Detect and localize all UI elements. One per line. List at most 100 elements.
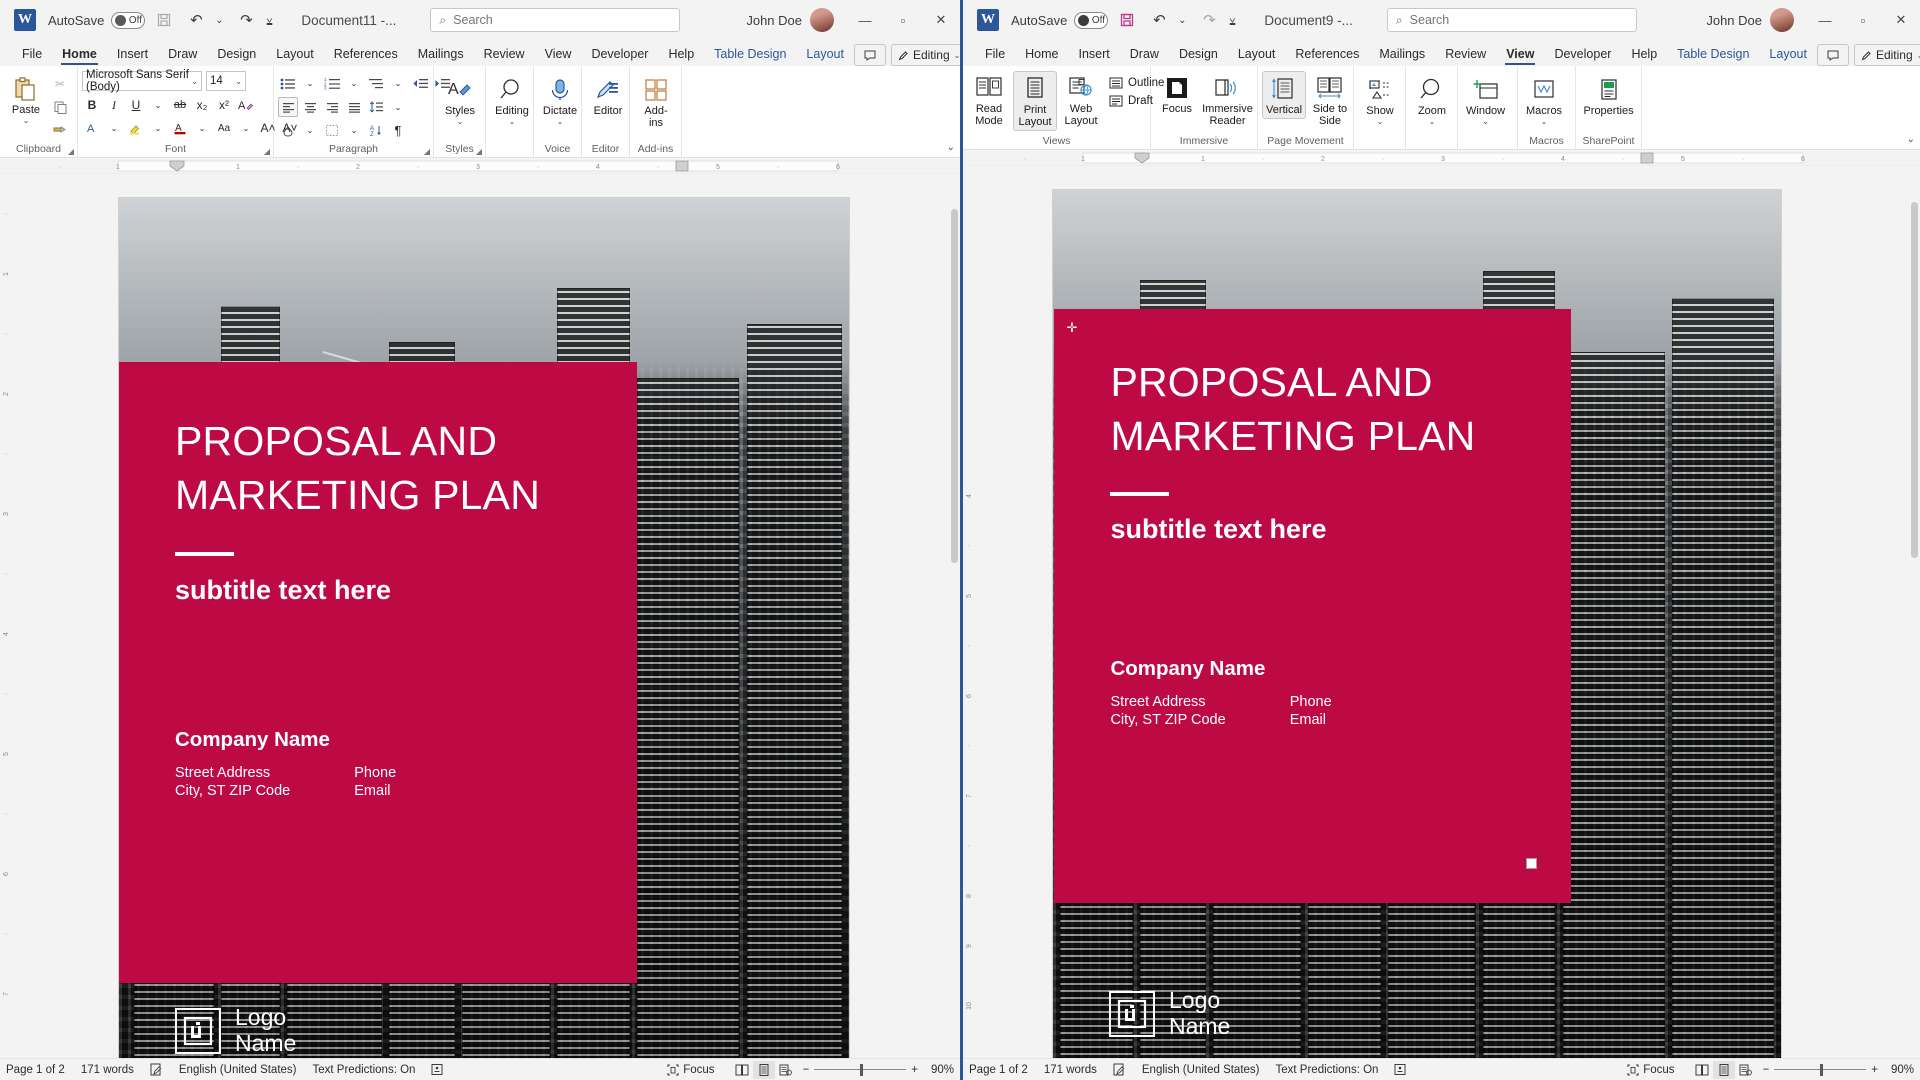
- font-dialog-launcher[interactable]: ◢: [264, 147, 270, 156]
- cover-title-block[interactable]: PROPOSAL AND MARKETING PLAN subtitle tex…: [119, 361, 638, 983]
- underline-dropdown-icon[interactable]: ⌄: [148, 95, 168, 115]
- minimize-button[interactable]: —: [1806, 0, 1844, 40]
- resize-handle-bottom-right[interactable]: [1526, 857, 1538, 869]
- print-layout-button[interactable]: Print Layout: [1013, 71, 1057, 131]
- search-input[interactable]: ⌕ Search: [430, 8, 681, 32]
- tab-view[interactable]: View: [1496, 42, 1544, 66]
- chevron-down-icon[interactable]: ⌄: [557, 117, 564, 126]
- zoom-button[interactable]: Zoom ⌄: [1410, 73, 1454, 128]
- numbering-icon[interactable]: 123: [322, 73, 342, 93]
- chevron-down-icon[interactable]: ⌄: [1429, 117, 1436, 126]
- minimize-button[interactable]: —: [846, 0, 884, 40]
- cut-icon[interactable]: ✂: [50, 74, 70, 94]
- paste-button[interactable]: Paste ⌄: [4, 72, 48, 127]
- align-right-icon[interactable]: [322, 97, 342, 117]
- web-layout-button[interactable]: Web Layout: [1059, 71, 1103, 129]
- bold-icon[interactable]: B: [82, 95, 102, 115]
- tab-table-design[interactable]: Table Design: [704, 42, 796, 66]
- tab-mailings[interactable]: Mailings: [1369, 42, 1435, 66]
- font-color-icon[interactable]: A: [170, 118, 190, 138]
- properties-button[interactable]: Properties: [1580, 73, 1637, 119]
- sort-icon[interactable]: AZ: [366, 120, 386, 140]
- accessibility-icon[interactable]: [431, 1063, 444, 1076]
- superscript-icon[interactable]: x²: [214, 95, 234, 115]
- strikethrough-icon[interactable]: ab: [170, 95, 190, 115]
- editing-button[interactable]: Editing ⌄: [490, 73, 534, 128]
- vertical-ruler[interactable]: · 1 · 2 · 3 · 4 · 5 · 6 · 7: [0, 174, 16, 1058]
- undo-icon[interactable]: ↶: [183, 7, 209, 33]
- zoom-slider[interactable]: − +: [803, 1064, 918, 1076]
- web-layout-icon[interactable]: [775, 1061, 797, 1079]
- multilevel-list-icon[interactable]: [366, 73, 386, 93]
- format-painter-icon[interactable]: [50, 120, 70, 140]
- focus-button[interactable]: Focus: [1155, 71, 1199, 117]
- focus-button[interactable]: Focus: [667, 1064, 715, 1076]
- customize-quick-access-icon[interactable]: ⩣: [261, 7, 277, 33]
- tab-references[interactable]: References: [1285, 42, 1369, 66]
- account-area[interactable]: John Doe: [1706, 8, 1794, 32]
- copy-icon[interactable]: [50, 97, 70, 117]
- tab-draw[interactable]: Draw: [158, 42, 207, 66]
- logo-block[interactable]: Logo Name: [1053, 937, 1781, 1058]
- logo-block[interactable]: Logo Name: [119, 963, 849, 1058]
- text-effects-icon[interactable]: A: [82, 118, 102, 138]
- undo-icon[interactable]: ↶: [1146, 7, 1172, 33]
- change-case-icon[interactable]: Aa: [214, 118, 234, 138]
- editing-mode-button[interactable]: Editing ⌄: [1853, 44, 1920, 66]
- text-highlight-icon[interactable]: [126, 118, 146, 138]
- avatar[interactable]: [1770, 8, 1794, 32]
- undo-dropdown-icon[interactable]: ⌄: [1174, 7, 1190, 33]
- autosave-toggle[interactable]: Off: [1074, 11, 1109, 29]
- tab-developer[interactable]: Developer: [1544, 42, 1621, 66]
- chevron-down-icon[interactable]: ⌄: [192, 118, 212, 138]
- chevron-down-icon[interactable]: ⌄: [1482, 117, 1489, 126]
- tab-insert[interactable]: Insert: [107, 42, 158, 66]
- zoom-level[interactable]: 90%: [1884, 1064, 1914, 1076]
- collapse-ribbon-icon[interactable]: ⌄: [947, 142, 955, 153]
- proofing-errors-icon[interactable]: [1113, 1063, 1126, 1076]
- show-button[interactable]: Show ⌄: [1358, 73, 1402, 128]
- close-button[interactable]: ✕: [1882, 0, 1920, 40]
- tab-file[interactable]: File: [975, 42, 1015, 66]
- text-predictions-status[interactable]: Text Predictions: On: [313, 1064, 416, 1076]
- tab-developer[interactable]: Developer: [581, 42, 658, 66]
- chevron-down-icon[interactable]: ⌄: [1541, 117, 1548, 126]
- tab-home[interactable]: Home: [52, 42, 107, 66]
- paragraph-dialog-launcher[interactable]: ◢: [424, 147, 430, 156]
- zoom-track[interactable]: [814, 1063, 907, 1076]
- tab-design[interactable]: Design: [207, 42, 266, 66]
- horizontal-ruler[interactable]: · 1· 1· 2· 3· 4· 5· 6: [963, 150, 1920, 166]
- proofing-errors-icon[interactable]: [150, 1063, 163, 1076]
- subscript-icon[interactable]: x₂: [192, 95, 212, 115]
- tab-help[interactable]: Help: [1621, 42, 1667, 66]
- word-count[interactable]: 171 words: [81, 1064, 134, 1076]
- font-name-combobox[interactable]: Microsoft Sans Serif (Body) ⌄: [82, 69, 202, 93]
- vertical-ruler[interactable]: 4 · 5 · 6 · 7 · 8 9 10 11 12: [963, 166, 979, 1058]
- chevron-down-icon[interactable]: ⌄: [300, 73, 320, 93]
- read-mode-icon[interactable]: [1691, 1061, 1713, 1079]
- zoom-level[interactable]: 90%: [924, 1064, 954, 1076]
- document-page-1[interactable]: ✛ PROPOSAL AND MARKETING PLAN subtitle t…: [1053, 190, 1781, 1058]
- vertical-button[interactable]: Vertical: [1262, 71, 1306, 119]
- collapse-ribbon-icon[interactable]: ⌄: [1907, 134, 1915, 145]
- italic-icon[interactable]: I: [104, 95, 124, 115]
- clipboard-dialog-launcher[interactable]: ◢: [68, 147, 74, 156]
- tab-references[interactable]: References: [324, 42, 408, 66]
- align-left-icon[interactable]: [278, 97, 298, 117]
- document-page-1[interactable]: PROPOSAL AND MARKETING PLAN subtitle tex…: [119, 198, 849, 1058]
- macros-button[interactable]: Macros ⌄: [1522, 73, 1566, 128]
- maximize-button[interactable]: ▫: [884, 0, 922, 40]
- shading-icon[interactable]: [278, 120, 298, 140]
- tab-view[interactable]: View: [535, 42, 582, 66]
- redo-icon[interactable]: ↷: [1196, 7, 1222, 33]
- print-layout-icon[interactable]: [752, 1060, 775, 1079]
- tab-draw[interactable]: Draw: [1120, 42, 1169, 66]
- chevron-down-icon[interactable]: ⌄: [300, 120, 320, 140]
- tab-design[interactable]: Design: [1169, 42, 1228, 66]
- dictate-button[interactable]: Dictate ⌄: [538, 73, 582, 128]
- language-indicator[interactable]: English (United States): [179, 1064, 297, 1076]
- search-input[interactable]: ⌕ Search: [1386, 8, 1637, 32]
- horizontal-ruler[interactable]: · 1· 1· 2· 3· 4· 5· 6: [0, 158, 960, 174]
- zoom-handle[interactable]: [1820, 1063, 1824, 1076]
- show-formatting-marks-icon[interactable]: ¶: [388, 120, 408, 140]
